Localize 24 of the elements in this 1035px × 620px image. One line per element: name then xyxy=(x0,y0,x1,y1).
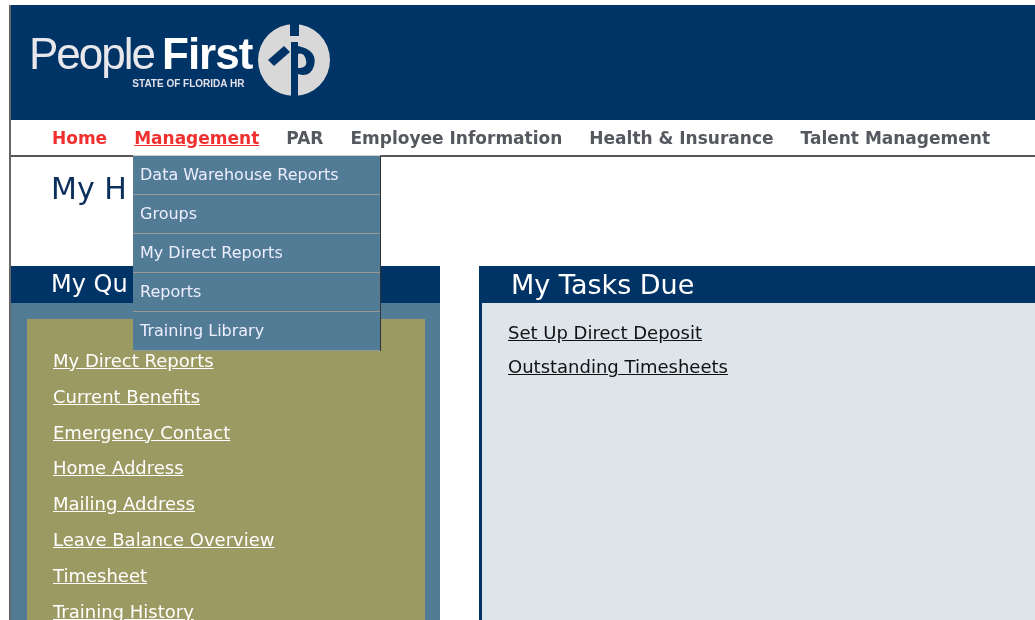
link[interactable]: Mailing Address xyxy=(53,486,195,522)
nav-tab[interactable]: Health & Insurance xyxy=(589,127,774,148)
link[interactable]: Emergency Contact xyxy=(53,414,231,451)
page-title: My H xyxy=(51,171,127,206)
menu-item[interactable]: Groups xyxy=(133,195,380,234)
nav-tab[interactable]: Employee Information xyxy=(350,127,563,148)
nav-tab[interactable]: Home xyxy=(52,127,108,148)
link[interactable]: Timesheet xyxy=(53,557,148,594)
menu-item[interactable]: My Direct Reports xyxy=(133,234,380,273)
menu-item[interactable]: Data Warehouse Reports xyxy=(133,156,380,195)
panel-title: My Tasks Due xyxy=(482,266,1035,303)
nav-tab[interactable]: Management xyxy=(134,127,260,148)
link[interactable]: Leave Balance Overview xyxy=(53,522,275,558)
link[interactable]: Set Up Direct Deposit xyxy=(508,316,703,350)
logo-tagline: STATE OF FLORIDA HR xyxy=(132,78,245,89)
nav-tab[interactable]: PAR xyxy=(286,127,324,148)
link[interactable]: Outstanding Timesheets xyxy=(508,350,728,384)
link[interactable]: Current Benefits xyxy=(53,378,200,415)
link[interactable]: Home Address xyxy=(53,450,184,487)
menu-item[interactable]: Reports xyxy=(133,273,380,312)
logo-text: People xyxy=(29,32,154,76)
nav-tab[interactable]: Talent Management xyxy=(800,127,990,148)
menu-item[interactable]: Training Library xyxy=(133,312,380,351)
logo-text: First xyxy=(162,32,253,76)
